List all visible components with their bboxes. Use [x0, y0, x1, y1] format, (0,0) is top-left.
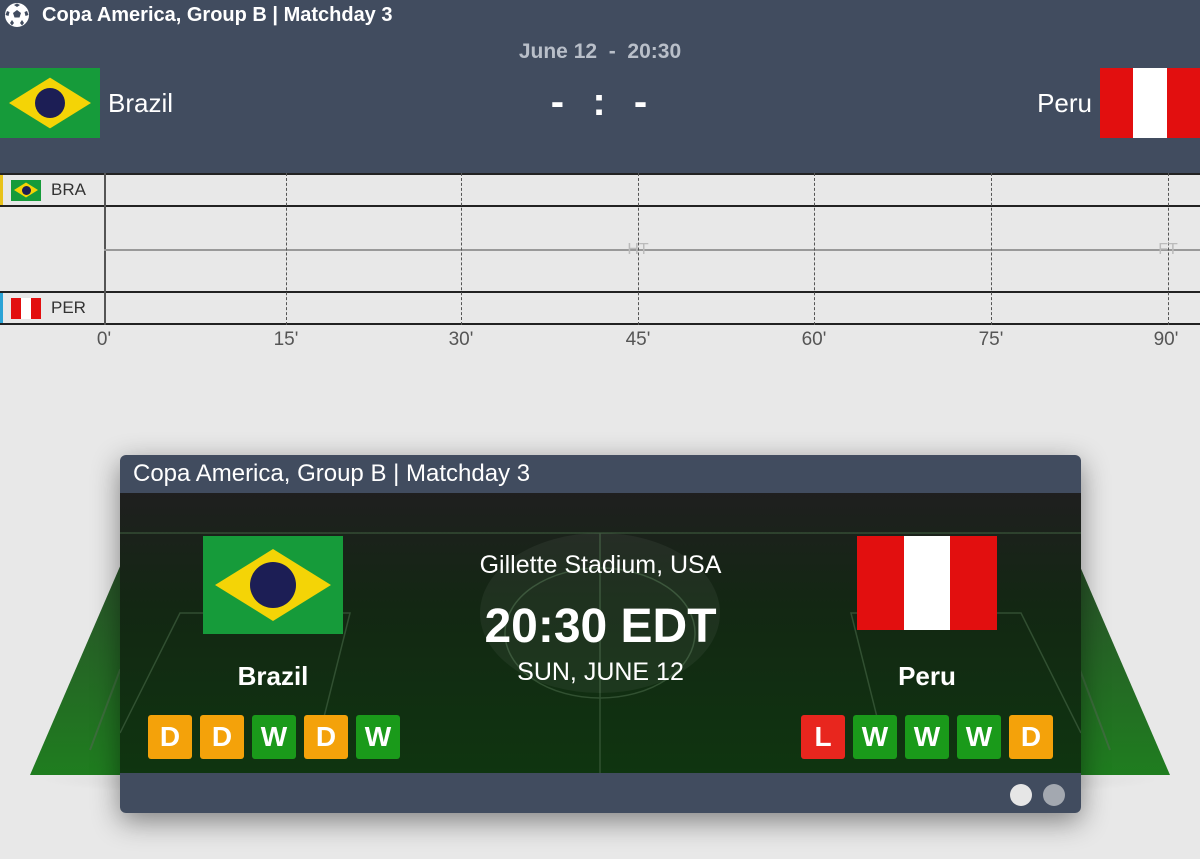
home-form: D D W D W [148, 715, 400, 759]
timeline-home-code: BRA [51, 180, 86, 199]
away-form: L W W W D [801, 715, 1053, 759]
away-score: - [633, 80, 650, 124]
peru-flag [1100, 68, 1200, 138]
tick-line-60 [814, 173, 815, 325]
widget-header: Copa America, Group B | Matchday 3 [120, 455, 1081, 493]
home-score: - [550, 80, 567, 124]
score-separator: : [579, 80, 621, 124]
form-badge-draw: D [1009, 715, 1053, 759]
timeline-midline [104, 249, 1200, 251]
widget-peru-flag [857, 536, 998, 630]
match-date: June 12 [518, 40, 598, 63]
form-badge-loss: L [801, 715, 845, 759]
timeline-away-code: PER [51, 298, 86, 317]
widget-footer [120, 773, 1081, 813]
halftime-marker: HT [627, 241, 649, 258]
timeline-row-home: BRA [0, 173, 1200, 207]
header-title-row: Copa America, Group B | Matchday 3 [0, 0, 393, 30]
match-header: Copa America, Group B | Matchday 3 June … [0, 0, 1200, 173]
carousel-dot-active[interactable] [1010, 784, 1032, 806]
tick-line-75 [991, 173, 992, 325]
brazil-mini-flag [11, 179, 41, 201]
tick-line-15 [286, 173, 287, 325]
tick-label: 0' [96, 329, 112, 350]
form-badge-win: W [356, 715, 400, 759]
form-badge-win: W [905, 715, 949, 759]
carousel-dot[interactable] [1043, 784, 1065, 806]
tick-label: 45' [625, 329, 651, 350]
competition-title: Copa America, Group B | Matchday 3 [42, 3, 393, 26]
score: - : - [0, 80, 1200, 125]
widget-title: Copa America, Group B | Matchday 3 [133, 460, 531, 487]
match-datetime: June 12 - 20:30 [0, 40, 1200, 64]
timeline-team-away: PER [0, 293, 104, 323]
widget-away-team[interactable]: Peru [837, 661, 1017, 692]
widget-body: Brazil Gillette Stadium, USA 20:30 EDT S… [120, 493, 1081, 773]
tick-label: 75' [978, 329, 1004, 350]
form-badge-draw: D [200, 715, 244, 759]
form-badge-win: W [957, 715, 1001, 759]
tick-line-30 [461, 173, 462, 325]
peru-mini-flag [11, 297, 41, 319]
timeline-team-home: BRA [0, 175, 104, 205]
form-badge-win: W [252, 715, 296, 759]
match-time: 20:30 [627, 40, 682, 63]
match-timeline: BRA PER HT FT 0' 15' 30' 45' 60' 75' 90' [0, 173, 1200, 350]
fulltime-marker: FT [1158, 241, 1178, 258]
away-team-name[interactable]: Peru [1037, 88, 1092, 119]
date-separator: - [602, 40, 622, 63]
form-badge-draw: D [148, 715, 192, 759]
tick-label: 15' [273, 329, 299, 350]
soccer-ball-icon [5, 3, 29, 27]
form-badge-win: W [853, 715, 897, 759]
match-preview-widget[interactable]: Copa America, Group B | Matchday 3 Brazi… [120, 455, 1081, 813]
form-badge-draw: D [304, 715, 348, 759]
timeline-row-away: PER [0, 291, 1200, 325]
tick-label: 30' [448, 329, 474, 350]
tick-label: 60' [801, 329, 827, 350]
tick-label: 90' [1153, 329, 1179, 350]
